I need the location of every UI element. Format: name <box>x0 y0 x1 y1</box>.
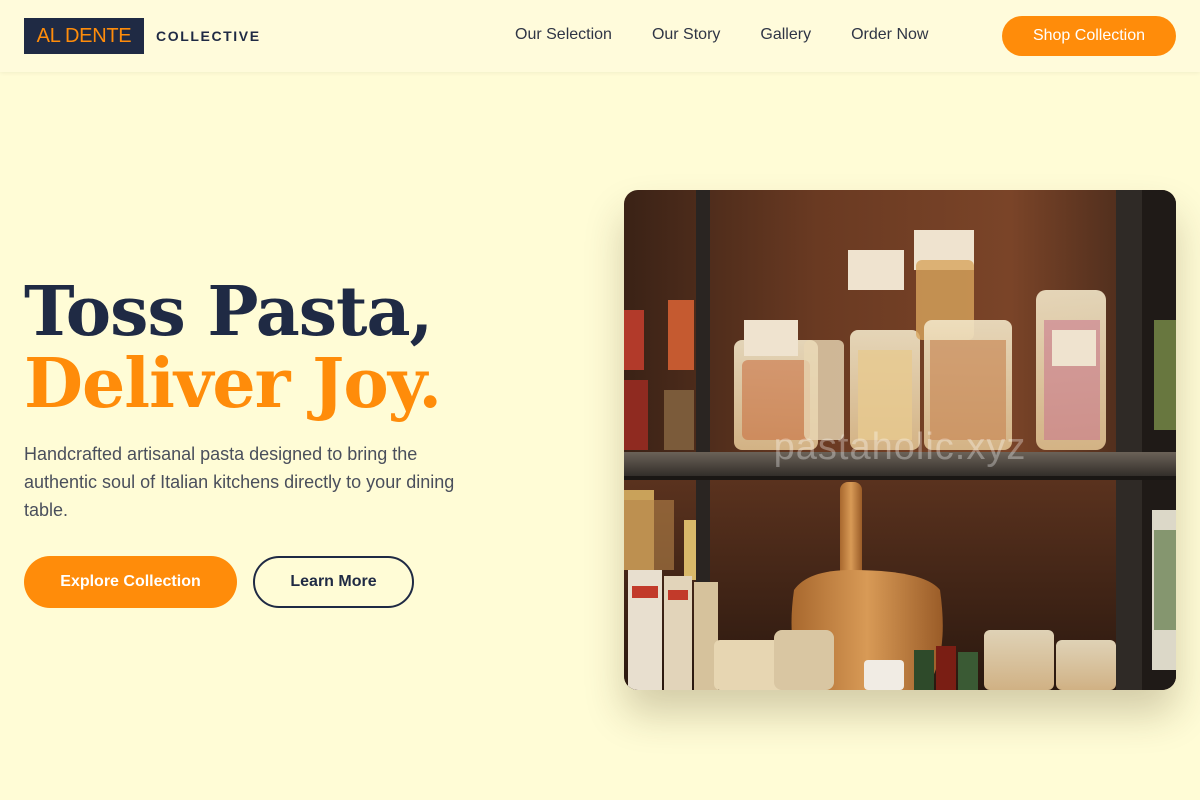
nav-our-selection[interactable]: Our Selection <box>515 26 612 44</box>
brand-logo[interactable]: AL DENTE COLLECTIVE <box>24 18 261 54</box>
hero-title-line-2: Deliver Joy. <box>24 344 442 424</box>
hero-title-line-1: Toss Pasta, <box>24 272 433 352</box>
learn-more-button[interactable]: Learn More <box>253 556 414 608</box>
logo-wordmark: COLLECTIVE <box>156 28 261 44</box>
shop-collection-button[interactable]: Shop Collection <box>1002 16 1176 56</box>
photo-watermark: pastaholic.xyz <box>773 426 1027 468</box>
main-nav: Our Selection Our Story Gallery Order No… <box>515 24 928 46</box>
hero-photo: pastaholic.xyz <box>624 190 1176 690</box>
nav-our-story[interactable]: Our Story <box>652 26 720 44</box>
hero-description: Handcrafted artisanal pasta designed to … <box>24 444 455 520</box>
nav-order-now[interactable]: Order Now <box>851 26 928 44</box>
site-header: AL DENTE COLLECTIVE Our Selection Our St… <box>0 0 1200 72</box>
logo-mark: AL DENTE <box>24 18 144 54</box>
explore-collection-button[interactable]: Explore Collection <box>24 556 237 608</box>
nav-gallery[interactable]: Gallery <box>760 26 811 44</box>
hero-title: Toss Pasta, Deliver Joy. <box>24 272 442 424</box>
